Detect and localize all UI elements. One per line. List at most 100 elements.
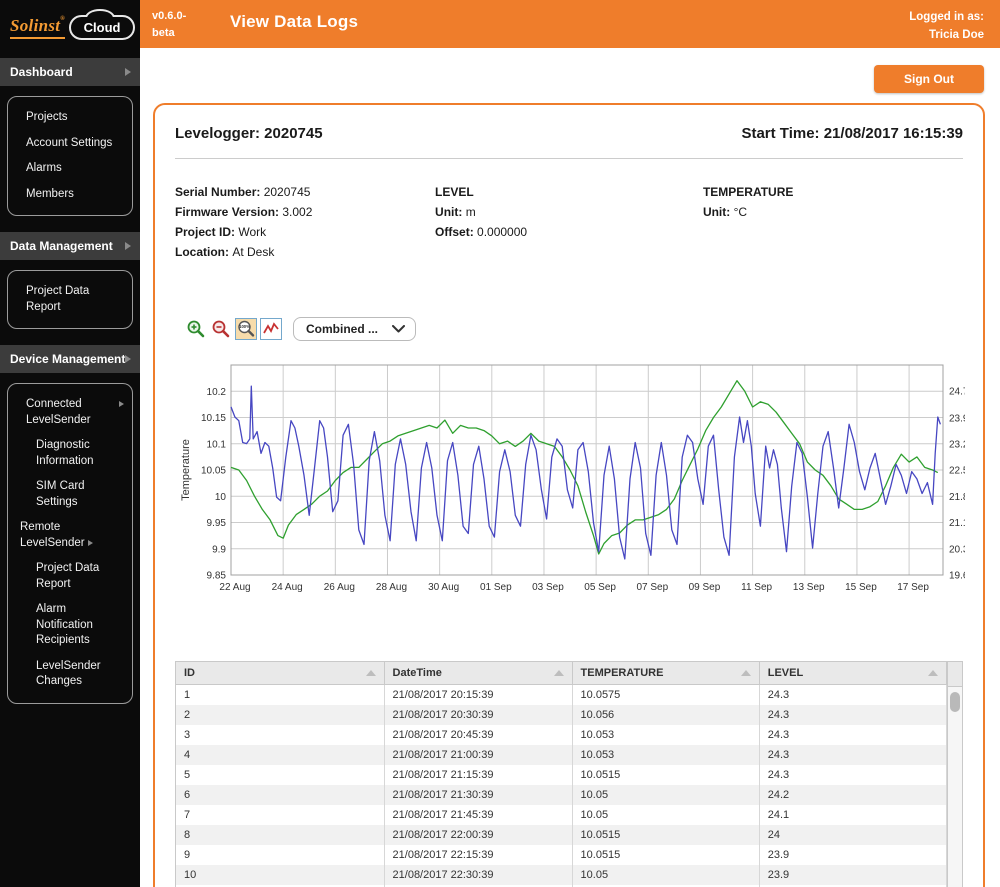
- table-row[interactable]: 8 21/08/2017 22:00:39 10.0515 24: [176, 825, 948, 845]
- app-logo[interactable]: Solinst® Cloud: [0, 0, 140, 55]
- sidebar-item-label: Projects: [26, 111, 68, 123]
- table-row[interactable]: 7 21/08/2017 21:45:39 10.05 24.1: [176, 805, 948, 825]
- info-label: Offset:: [435, 225, 478, 239]
- table-row[interactable]: 9 21/08/2017 22:15:39 10.0515 23.9: [176, 845, 948, 865]
- table-cell: 10.0515: [572, 765, 760, 785]
- sidebar-section-data-management[interactable]: Data Management: [0, 232, 140, 261]
- chart-mode-dropdown[interactable]: Combined ...: [293, 317, 416, 341]
- table-row[interactable]: 4 21/08/2017 21:00:39 10.053 24.3: [176, 745, 948, 765]
- table-cell: 21/08/2017 20:30:39: [384, 705, 573, 725]
- table-row[interactable]: 3 21/08/2017 20:45:39 10.053 24.3: [176, 725, 948, 745]
- column-header-id[interactable]: ID: [176, 662, 385, 685]
- chart-toolbar: 100% Combined ...: [185, 317, 963, 341]
- info-label: Unit:: [702, 205, 734, 219]
- sidebar-item-levelsender-changes[interactable]: LevelSender Changes: [8, 654, 132, 695]
- table-cell: 2: [176, 705, 385, 725]
- table-row[interactable]: 5 21/08/2017 21:15:39 10.0515 24.3: [176, 765, 948, 785]
- sidebar-item-projects[interactable]: Projects: [8, 105, 132, 131]
- sidebar-item-sim-card-settings[interactable]: SIM Card Settings: [8, 474, 132, 515]
- column-header-level[interactable]: LEVEL: [759, 662, 948, 685]
- table-cell: 10: [176, 865, 385, 885]
- sidebar-group: Projects Account Settings Alarms Members: [7, 96, 133, 217]
- sidebar-item-label: Project Data Report: [26, 285, 90, 313]
- table-scrollbar-thumb[interactable]: [950, 692, 960, 712]
- table-cell: 10.05: [572, 865, 760, 885]
- sign-out-button[interactable]: Sign Out: [874, 65, 984, 93]
- table-scrollbar[interactable]: [947, 662, 962, 887]
- sidebar-item-alarm-notification-recipients[interactable]: Alarm Notification Recipients: [8, 597, 132, 654]
- y-left-tick-label: 9.95: [207, 518, 227, 529]
- table-scrollbar-cap: [948, 662, 962, 687]
- sidebar-item-remote-levelsender[interactable]: Remote LevelSender: [8, 515, 132, 556]
- table-cell: 24.1: [759, 805, 948, 825]
- cloud-logo-text: Cloud: [83, 20, 121, 35]
- sidebar-section-device-management[interactable]: Device Management: [0, 345, 140, 374]
- table-cell: 21/08/2017 21:45:39: [384, 805, 573, 825]
- sidebar-section-dashboard[interactable]: Dashboard: [0, 58, 140, 86]
- sidebar-item-label: LevelSender Changes: [36, 659, 101, 688]
- data-table: ID DateTime TEMPERATURE LEVEL 1 21/08/2017 2…: [176, 662, 948, 887]
- table-cell: 5: [176, 765, 385, 785]
- sidebar-sections: Dashboard Projects Account Settings Alarms M…: [0, 58, 140, 704]
- device-info: Serial Number: 2020745 Firmware Version: …: [175, 185, 963, 265]
- sidebar-section-label: Data Management: [10, 239, 113, 254]
- column-header-temperature[interactable]: TEMPERATURE: [572, 662, 760, 685]
- info-row: Serial Number: 2020745: [175, 185, 435, 199]
- y-left-tick-label: 10: [215, 492, 227, 503]
- info-row: Unit: °C: [703, 205, 963, 219]
- sidebar-item-members[interactable]: Members: [8, 182, 132, 208]
- sidebar-item-label: Account Settings: [26, 136, 113, 149]
- sidebar-item-project-data-report[interactable]: Project Data Report: [8, 556, 132, 597]
- sort-arrow-icon[interactable]: [553, 670, 564, 676]
- device-info-level: LEVEL Unit: m Offset: 0.000000: [435, 185, 703, 265]
- sort-arrow-icon[interactable]: [365, 670, 376, 676]
- table-row[interactable]: 10 21/08/2017 22:30:39 10.05 23.9: [176, 865, 948, 885]
- table-cell: 24.3: [759, 684, 948, 705]
- column-header-datetime[interactable]: DateTime: [384, 662, 573, 685]
- info-value: 2020745: [263, 185, 311, 199]
- info-label: Unit:: [435, 205, 466, 219]
- x-tick-label: 30 Aug: [428, 582, 459, 593]
- table-cell: 21/08/2017 20:45:39: [384, 725, 573, 745]
- sidebar-group: Connected LevelSender Diagnostic Informat…: [7, 383, 133, 704]
- sidebar-item-label: Alarms: [26, 162, 62, 175]
- data-table-container: ID DateTime TEMPERATURE LEVEL 1 21/08/2017 2…: [175, 661, 963, 887]
- table-row[interactable]: 2 21/08/2017 20:30:39 10.056 24.3: [176, 705, 948, 725]
- table-cell: 10.0515: [572, 825, 760, 845]
- zoom-in-icon[interactable]: [185, 318, 207, 340]
- table-cell: 24.3: [759, 705, 948, 725]
- sort-arrow-icon[interactable]: [928, 670, 938, 676]
- device-info-temperature: TEMPERATURE Unit: °C: [703, 185, 963, 265]
- sidebar-item-alarms[interactable]: Alarms: [8, 156, 132, 182]
- info-heading: TEMPERATURE: [702, 185, 794, 199]
- y-right-tick-label: 23.26: [949, 439, 965, 450]
- sidebar-section-label: Dashboard: [10, 65, 73, 79]
- table-row[interactable]: 6 21/08/2017 21:30:39 10.05 24.2: [176, 785, 948, 805]
- table-cell: 24.3: [759, 725, 948, 745]
- sidebar-item-project-data-report[interactable]: Project Data Report: [8, 279, 132, 320]
- info-value: At Desk: [232, 245, 275, 259]
- data-chart[interactable]: 10.2 10.15 10.1 10.05 10 9.95 9.9 9.85 24.71 23.9…: [175, 357, 965, 619]
- x-tick-label: 07 Sep: [636, 582, 668, 593]
- zoom-reset-icon[interactable]: 100%: [235, 318, 257, 340]
- info-value: 3.002: [282, 205, 313, 219]
- x-tick-label: 28 Aug: [376, 582, 407, 593]
- main-content: Sign Out Levelogger: 2020745 Start Time:…: [140, 48, 1000, 887]
- column-header-label: ID: [184, 667, 195, 679]
- y-right-tick-label: 24.71: [949, 387, 965, 398]
- sidebar-item-label: Project Data Report: [36, 562, 100, 590]
- zoom-out-icon[interactable]: [210, 318, 232, 340]
- table-row[interactable]: 1 21/08/2017 20:15:39 10.0575 24.3: [176, 684, 948, 705]
- info-label: Location:: [175, 245, 233, 259]
- x-tick-label: 11 Sep: [741, 582, 772, 593]
- table-cell: 21/08/2017 21:15:39: [384, 765, 573, 785]
- sidebar-item-connected-levelsender[interactable]: Connected LevelSender: [8, 392, 132, 433]
- sidebar-item-account-settings[interactable]: Account Settings: [8, 131, 132, 157]
- table-cell: 10.05: [572, 785, 760, 805]
- info-label: Project ID:: [175, 225, 239, 239]
- logged-in-as: Logged in as: Tricia Doe: [909, 8, 984, 45]
- sort-arrow-icon[interactable]: [740, 670, 751, 676]
- line-chart-icon[interactable]: [260, 318, 282, 340]
- sidebar-item-diagnostic-information[interactable]: Diagnostic Information: [8, 433, 132, 474]
- table-cell: 10.0515: [572, 845, 760, 865]
